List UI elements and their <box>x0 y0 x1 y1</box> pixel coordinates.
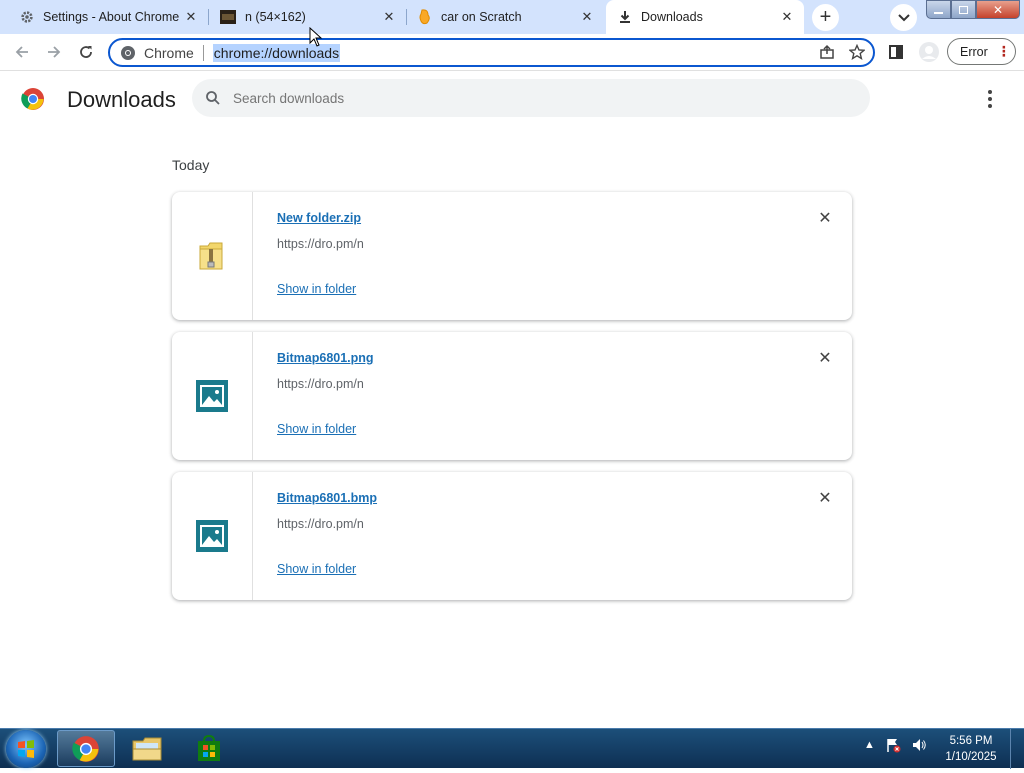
window-controls: ✕ <box>926 0 1020 20</box>
tab-settings[interactable]: Settings - About Chrome ✕ <box>8 0 208 34</box>
file-name-link[interactable]: New folder.zip <box>277 211 361 225</box>
taskbar-explorer[interactable] <box>118 730 176 767</box>
file-icon-column <box>172 472 253 600</box>
file-source-url[interactable]: https://dro.pm/n <box>277 517 364 531</box>
show-hidden-icons-icon[interactable]: ▲ <box>864 739 875 751</box>
taskbar-store[interactable] <box>180 730 238 767</box>
tab-scratch[interactable]: car on Scratch ✕ <box>406 0 604 34</box>
file-name-link[interactable]: Bitmap6801.bmp <box>277 491 377 505</box>
profile-error-button[interactable]: Error ⋮ <box>947 38 1016 65</box>
chrome-logo-icon <box>21 88 44 110</box>
image-file-icon <box>196 520 228 552</box>
show-in-folder-link[interactable]: Show in folder <box>277 562 356 576</box>
tab-title: Settings - About Chrome <box>43 10 180 24</box>
taskbar: ▲ 5:56 PM 1/10/2025 <box>0 728 1024 769</box>
image-thumbnail-icon <box>220 10 236 24</box>
tab-close-icon[interactable]: ✕ <box>184 9 198 24</box>
gear-icon <box>21 11 33 23</box>
forward-arrow-icon <box>48 46 61 58</box>
search-icon <box>206 91 220 105</box>
system-clock[interactable]: 5:56 PM 1/10/2025 <box>938 733 1004 765</box>
store-icon <box>198 734 220 761</box>
search-bar[interactable] <box>192 79 870 117</box>
volume-icon[interactable] <box>911 737 927 753</box>
clock-date: 1/10/2025 <box>945 751 997 763</box>
tab-image[interactable]: n (54×162) ✕ <box>208 0 406 34</box>
mouse-cursor-icon <box>309 27 323 47</box>
tab-title: n (54×162) <box>245 10 306 24</box>
file-source-url[interactable]: https://dro.pm/n <box>277 237 364 251</box>
minimize-button[interactable] <box>926 0 951 19</box>
omnibox-divider <box>202 44 204 61</box>
error-label: Error <box>960 44 988 59</box>
downloads-header: Downloads <box>0 71 1024 127</box>
more-actions-button[interactable] <box>978 87 1002 111</box>
close-icon: ✕ <box>992 2 1004 17</box>
file-icon-column <box>172 332 253 460</box>
folder-icon <box>132 737 162 760</box>
new-tab-button[interactable]: + <box>812 4 839 31</box>
downloads-page: Downloads Today New folder.zip https://d… <box>0 71 1024 728</box>
remove-download-close-icon[interactable]: ✕ <box>817 490 833 507</box>
reload-button[interactable] <box>72 38 100 66</box>
file-icon-column <box>172 192 253 320</box>
profile-button[interactable] <box>915 38 943 66</box>
share-icon[interactable] <box>819 44 835 60</box>
side-panel-button[interactable] <box>882 38 910 66</box>
scheme-label: Chrome <box>144 44 194 61</box>
plus-icon: + <box>819 6 832 28</box>
dot <box>988 90 992 94</box>
show-desktop-button[interactable] <box>1010 729 1024 769</box>
action-center-flag-icon[interactable] <box>885 737 901 753</box>
download-item: Bitmap6801.png https://dro.pm/n Show in … <box>172 332 852 460</box>
back-button[interactable] <box>8 38 36 66</box>
file-source-url[interactable]: https://dro.pm/n <box>277 377 364 391</box>
chrome-icon <box>72 735 99 762</box>
zip-folder-icon <box>199 242 223 270</box>
chevron-down-icon <box>897 13 910 21</box>
dot <box>988 97 992 101</box>
tab-downloads[interactable]: Downloads ✕ <box>606 0 804 34</box>
date-section-label: Today <box>172 157 210 173</box>
forward-button[interactable] <box>40 38 68 66</box>
bookmark-star-icon[interactable] <box>849 44 865 60</box>
maximize-button[interactable] <box>951 0 976 19</box>
tab-strip: Settings - About Chrome ✕ n (54×162) ✕ c… <box>0 0 1024 34</box>
tab-close-icon[interactable]: ✕ <box>580 9 594 24</box>
taskbar-chrome[interactable] <box>57 730 115 767</box>
download-item: Bitmap6801.bmp https://dro.pm/n Show in … <box>172 472 852 600</box>
tab-title: Downloads <box>641 10 703 24</box>
address-bar[interactable]: Chrome chrome://downloads <box>108 38 875 67</box>
download-icon <box>620 11 630 23</box>
clock-time: 5:56 PM <box>949 735 993 747</box>
remove-download-close-icon[interactable]: ✕ <box>817 210 833 227</box>
reload-icon <box>80 46 92 58</box>
tab-close-icon[interactable]: ✕ <box>780 9 794 24</box>
show-in-folder-link[interactable]: Show in folder <box>277 422 356 436</box>
chrome-icon <box>121 45 135 60</box>
download-item: New folder.zip https://dro.pm/n Show in … <box>172 192 852 320</box>
browser-toolbar: Chrome chrome://downloads Error ⋮ <box>0 34 1024 71</box>
tab-search-button[interactable] <box>890 4 917 31</box>
tab-title: car on Scratch <box>441 10 522 24</box>
side-panel-icon <box>889 45 903 59</box>
restore-icon <box>959 5 968 14</box>
system-tray: ▲ <box>864 737 927 753</box>
windows-logo-icon <box>18 740 34 758</box>
close-window-button[interactable]: ✕ <box>976 0 1020 19</box>
dot <box>988 104 992 108</box>
search-input[interactable] <box>233 90 793 106</box>
menu-dots-icon: ⋮ <box>996 43 1011 59</box>
file-name-link[interactable]: Bitmap6801.png <box>277 351 374 365</box>
image-file-icon <box>196 380 228 412</box>
back-arrow-icon <box>15 46 28 58</box>
page-title: Downloads <box>67 87 176 112</box>
remove-download-close-icon[interactable]: ✕ <box>817 350 833 367</box>
minimize-icon <box>934 11 943 14</box>
tab-close-icon[interactable]: ✕ <box>382 9 396 24</box>
avatar-icon <box>919 42 939 62</box>
scratch-icon <box>419 9 430 25</box>
show-in-folder-link[interactable]: Show in folder <box>277 282 356 296</box>
start-button[interactable] <box>6 730 46 768</box>
